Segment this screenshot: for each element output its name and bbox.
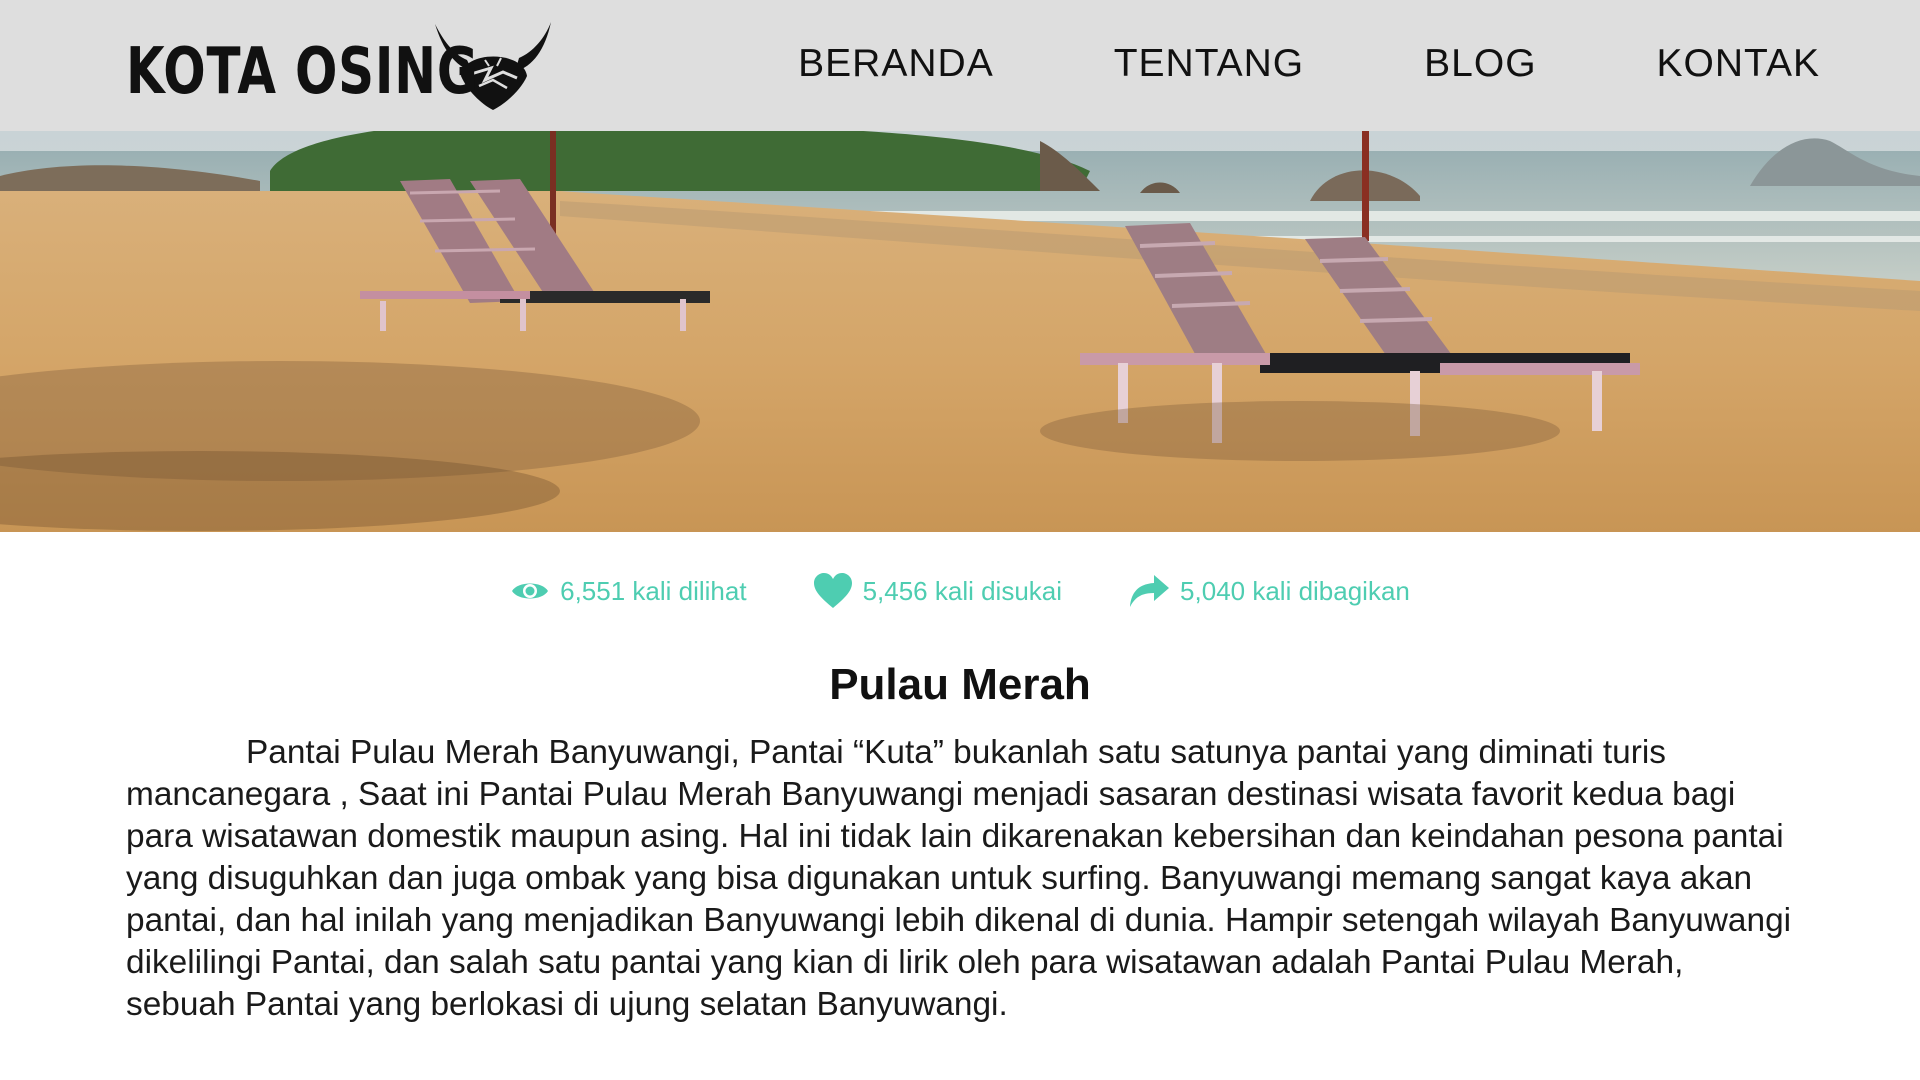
nav-kontak[interactable]: KONTAK (1657, 42, 1820, 86)
views-stat: 6,551 kali dilihat (510, 572, 747, 610)
views-count: 6,551 kali dilihat (560, 575, 747, 606)
logo-text: KOTA OSING (126, 35, 479, 109)
nav-blog[interactable]: BLOG (1424, 42, 1536, 86)
site-header: KOTA OSING BERANDA TENTANG BLOG KONTAK (0, 0, 1920, 131)
site-logo[interactable]: KOTA OSING (126, 20, 553, 112)
shares-count: 5,040 kali dibagikan (1180, 575, 1410, 606)
nav-beranda[interactable]: BERANDA (798, 42, 994, 86)
beach-scene-illustration (0, 131, 1920, 532)
nav-tentang[interactable]: TENTANG (1114, 42, 1304, 86)
main-nav: BERANDA TENTANG BLOG KONTAK (798, 42, 1820, 86)
likes-stat[interactable]: 5,456 kali disukai (813, 572, 1062, 610)
heart-icon[interactable] (813, 572, 853, 610)
article-body: Pantai Pulau Merah Banyuwangi, Pantai “K… (126, 734, 1792, 1023)
shares-stat[interactable]: 5,040 kali dibagikan (1128, 572, 1410, 610)
share-icon[interactable] (1128, 573, 1170, 609)
likes-count: 5,456 kali disukai (862, 575, 1063, 606)
hero-beach-image (0, 131, 1920, 532)
article-title: Pulau Merah (829, 660, 1091, 709)
post-stats: 6,551 kali dilihat 5,456 kali disukai 5,… (0, 572, 1920, 610)
eye-icon (512, 583, 549, 599)
